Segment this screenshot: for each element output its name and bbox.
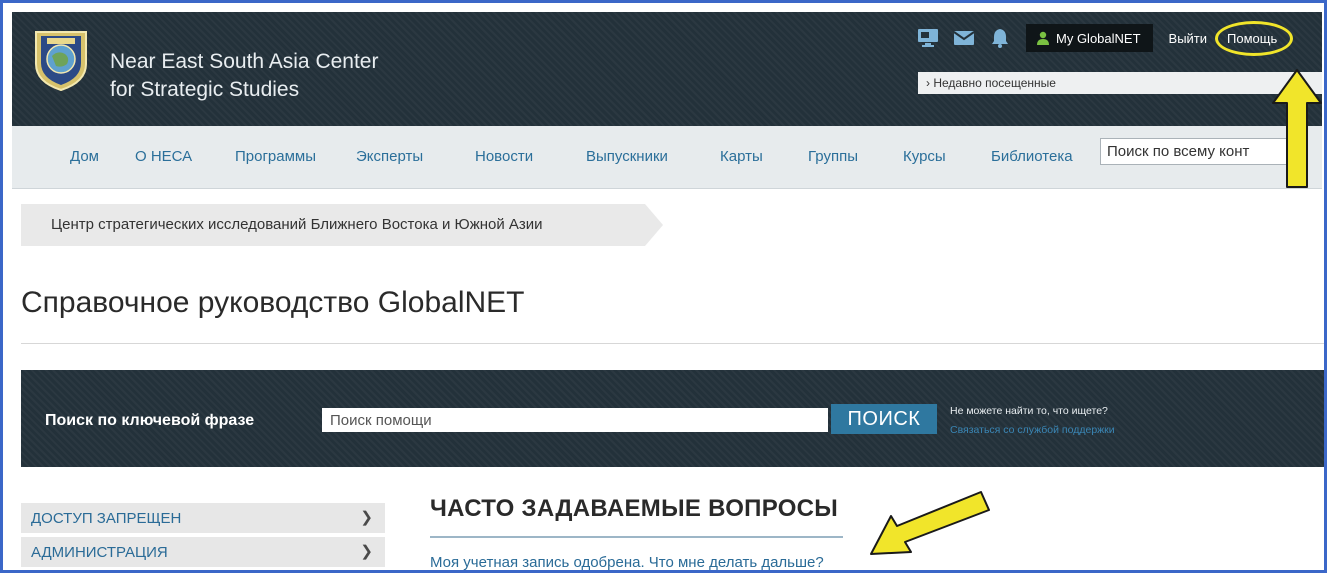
monitor-icon[interactable] <box>916 26 940 50</box>
recently-visited-dropdown[interactable]: › Недавно посещенные <box>918 72 1322 94</box>
chevron-right-icon: › <box>926 76 930 90</box>
breadcrumb-label: Центр стратегических исследований Ближне… <box>51 216 543 233</box>
bell-icon[interactable] <box>988 26 1012 50</box>
main-nav: Дом О НЕСА Программы Эксперты Новости Вы… <box>12 126 1322 189</box>
my-globalnet-label: My GlobalNET <box>1056 30 1141 46</box>
help-link-label: Помощь <box>1227 30 1278 46</box>
nav-item-library[interactable]: Библиотека <box>991 148 1073 165</box>
nav-item-home[interactable]: Дом <box>70 148 99 165</box>
mail-icon[interactable] <box>952 26 976 50</box>
header-toolbar: My GlobalNET Выйти Помощь <box>916 20 1294 56</box>
sidebar-item-administration[interactable]: АДМИНИСТРАЦИЯ ❯ <box>21 537 385 567</box>
neasa-seal-logo[interactable] <box>32 26 90 92</box>
my-globalnet-button[interactable]: My GlobalNET <box>1026 24 1153 52</box>
help-search-input[interactable] <box>322 408 828 432</box>
contact-support-link[interactable]: Связаться со службой поддержки <box>950 424 1115 436</box>
chevron-right-icon: ❯ <box>360 543 373 560</box>
nav-item-programs[interactable]: Программы <box>235 148 316 165</box>
nav-item-news[interactable]: Новости <box>475 148 533 165</box>
site-search-input[interactable] <box>1100 138 1296 165</box>
help-search-button[interactable]: ПОИСК <box>831 404 937 434</box>
recently-visited-label: Недавно посещенные <box>933 76 1056 90</box>
breadcrumb-arrow <box>645 204 663 246</box>
nav-item-groups[interactable]: Группы <box>808 148 858 165</box>
faq-title-underline <box>430 536 843 538</box>
sidebar-item-label: АДМИНИСТРАЦИЯ <box>31 544 168 561</box>
title-divider <box>21 343 1324 344</box>
screenshot-frame: Near East South Asia Center for Strategi… <box>0 0 1327 573</box>
cant-find-note: Не можете найти то, что ищете? <box>950 405 1108 417</box>
logout-link[interactable]: Выйти <box>1169 31 1208 46</box>
faq-question-link[interactable]: Моя учетная запись одобрена. Что мне дел… <box>430 554 824 570</box>
help-link[interactable]: Помощь <box>1215 20 1294 56</box>
help-search-bar: Поиск по ключевой фразе ПОИСК Не можете … <box>21 370 1324 467</box>
faq-title: ЧАСТО ЗАДАВАЕМЫЕ ВОПРОСЫ <box>430 495 839 522</box>
nav-item-maps[interactable]: Карты <box>720 148 763 165</box>
site-header: Near East South Asia Center for Strategi… <box>12 12 1322 126</box>
page-title: Справочное руководство GlobalNET <box>21 286 525 319</box>
sidebar-item-access-denied[interactable]: ДОСТУП ЗАПРЕЩЕН ❯ <box>21 503 385 533</box>
nav-item-courses[interactable]: Курсы <box>903 148 946 165</box>
user-icon <box>1037 31 1049 45</box>
org-name-line1: Near East South Asia Center <box>110 50 379 73</box>
nav-item-about[interactable]: О НЕСА <box>135 148 192 165</box>
nav-item-alumni[interactable]: Выпускники <box>586 148 668 165</box>
nav-item-experts[interactable]: Эксперты <box>356 148 423 165</box>
help-search-label: Поиск по ключевой фразе <box>45 412 255 429</box>
org-name: Near East South Asia Center for Strategi… <box>110 48 378 104</box>
sidebar-item-label: ДОСТУП ЗАПРЕЩЕН <box>31 510 182 527</box>
diagonal-arrow-annotation <box>870 491 990 555</box>
org-name-line2: for Strategic Studies <box>110 78 300 101</box>
chevron-right-icon: ❯ <box>360 509 373 526</box>
